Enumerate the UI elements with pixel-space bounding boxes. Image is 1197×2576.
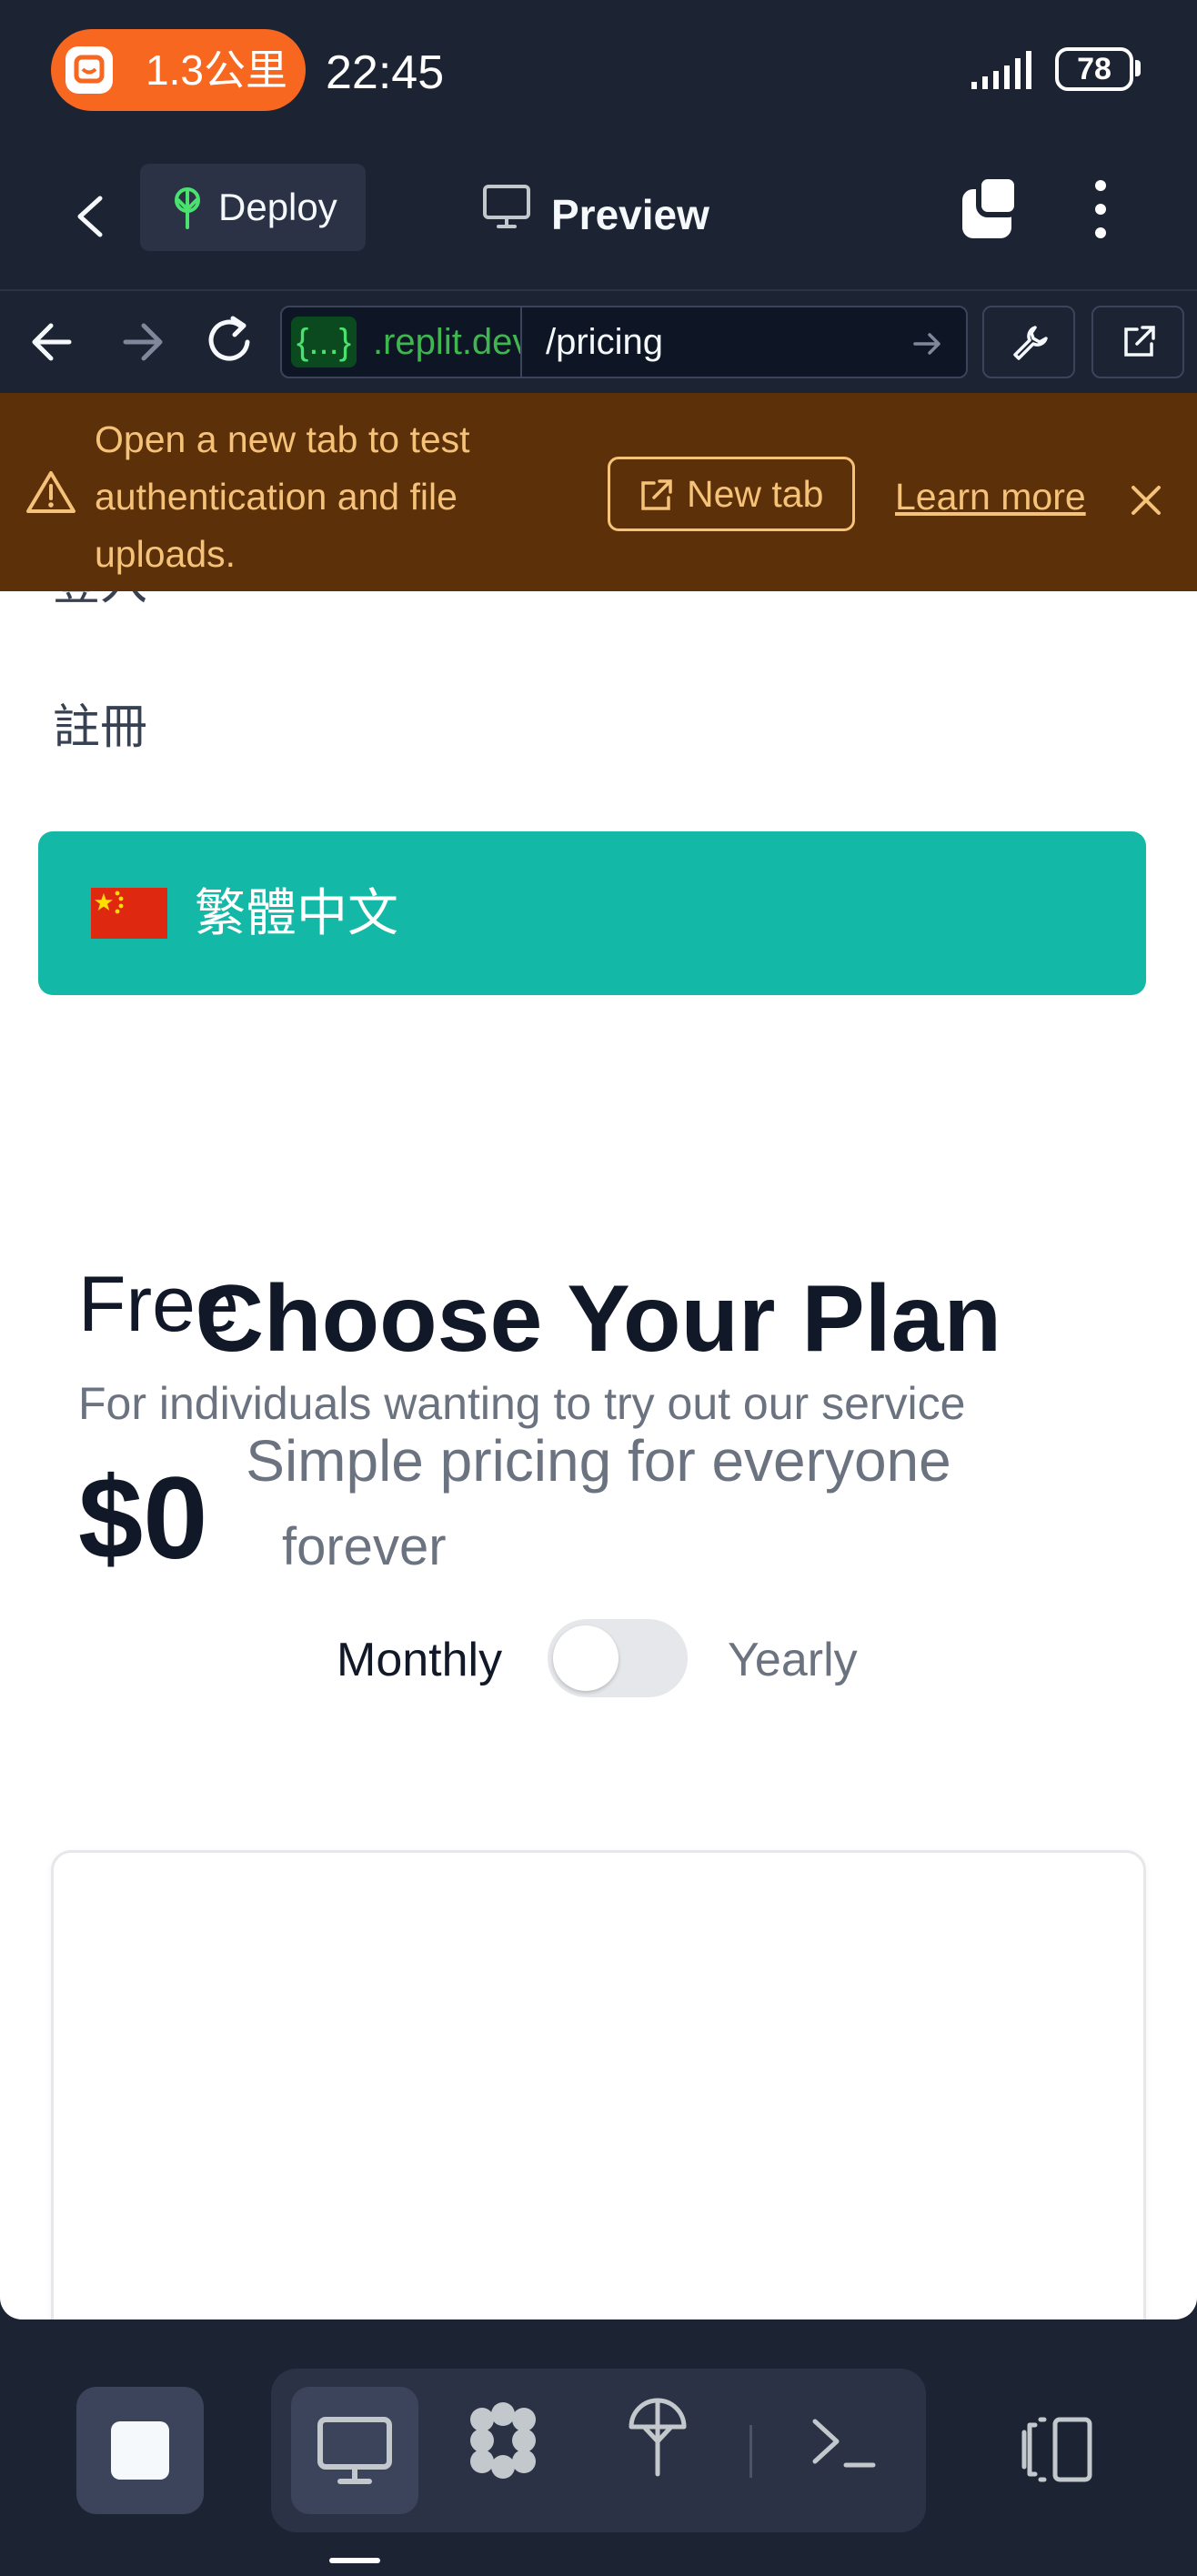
more-options-icon[interactable] [1082, 173, 1119, 246]
deploy-tool-icon[interactable] [626, 2396, 689, 2478]
warning-icon [25, 469, 76, 515]
plan-period: forever [282, 1517, 447, 1576]
ride-distance: 1.3公里 [146, 46, 287, 94]
deploy-button[interactable]: Deploy [140, 164, 366, 251]
yearly-label: Yearly [728, 1634, 858, 1686]
language-button[interactable]: 繁體中文 [38, 831, 1146, 995]
new-tab-button[interactable]: New tab [608, 457, 855, 531]
nav-forward-icon[interactable] [116, 315, 167, 369]
deploy-label: Deploy [218, 186, 337, 228]
open-external-button[interactable] [1091, 306, 1184, 378]
login-link[interactable]: 登入 [53, 591, 147, 611]
shell-icon[interactable] [806, 2409, 879, 2481]
new-tab-label: New tab [687, 473, 824, 515]
billing-period-toggle[interactable] [548, 1619, 688, 1697]
plan-price: $0 [78, 1454, 208, 1584]
cn-flag-icon [91, 888, 167, 939]
preview-title: Preview [551, 191, 709, 238]
register-link[interactable]: 註冊 [53, 700, 147, 755]
new-tab-banner: Open a new tab to test authentication an… [0, 393, 1197, 591]
back-button[interactable] [64, 180, 118, 253]
external-link-icon [1119, 322, 1159, 362]
ride-status-pill[interactable]: 1.3公里 [51, 29, 306, 111]
divider [749, 2425, 752, 2478]
stop-button[interactable] [76, 2387, 204, 2514]
tool-switcher [271, 2369, 926, 2532]
clock: 22:45 [326, 46, 445, 99]
url-path: /pricing [546, 322, 663, 362]
plan-description: For individuals wanting to try out our s… [78, 1378, 966, 1429]
url-host-badge: {...} [291, 317, 357, 367]
devtools-button[interactable] [982, 306, 1075, 378]
app-toolbar: Deploy Preview [0, 146, 1197, 291]
go-arrow-icon[interactable] [910, 326, 946, 362]
signal-icon [970, 51, 1042, 91]
learn-more-link[interactable]: Learn more [895, 475, 1086, 518]
language-label: 繁體中文 [195, 884, 398, 941]
workspace-bottom-bar [0, 2319, 1197, 2576]
plan-card-free [51, 1850, 1146, 2319]
nav-back-icon[interactable] [27, 315, 78, 369]
tabs-button[interactable] [953, 173, 1026, 246]
monitor-icon [317, 2417, 392, 2484]
plan-name: Free [78, 1261, 239, 1348]
ride-app-icon [65, 46, 113, 94]
home-indicator [329, 2558, 380, 2563]
battery-tip [1135, 60, 1141, 76]
reload-icon[interactable] [204, 311, 258, 369]
url-host-domain: .replit.dev [373, 322, 522, 362]
url-host: {...} .replit.dev [282, 307, 522, 377]
external-link-icon [638, 478, 674, 514]
wrench-icon [1010, 322, 1050, 362]
browser-nav-bar: {...} .replit.dev /pricing [0, 291, 1197, 393]
url-field[interactable]: {...} .replit.dev /pricing [280, 306, 968, 378]
stop-icon [111, 2421, 169, 2480]
monthly-label: Monthly [337, 1634, 503, 1686]
status-bar: 1.3公里 22:45 78 [0, 0, 1197, 146]
close-icon[interactable] [1126, 480, 1166, 520]
preview-tool-button[interactable] [291, 2387, 418, 2514]
banner-message: Open a new tab to test authentication an… [95, 418, 470, 575]
web-preview: 登入 註冊 繁體中文 Choose Your Plan Simple prici… [0, 591, 1197, 2319]
battery-icon: 78 [1055, 47, 1133, 91]
agent-icon[interactable] [462, 2400, 544, 2481]
deploy-icon [167, 186, 207, 229]
layout-icon[interactable] [1017, 2416, 1093, 2483]
monitor-icon [482, 184, 531, 229]
toggle-knob [553, 1625, 619, 1691]
